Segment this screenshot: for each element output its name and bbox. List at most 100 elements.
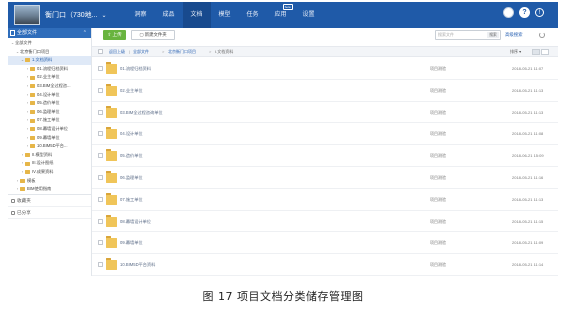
project-thumbnail[interactable] <box>14 5 40 25</box>
folder-icon <box>30 84 35 89</box>
file-row[interactable]: 04.设计单位 项目测验 2018-05-21 11:08 <box>92 123 558 146</box>
user-avatar[interactable] <box>503 7 514 18</box>
tree-item[interactable]: › 模板 <box>8 177 91 186</box>
nav-tab[interactable]: 成品 <box>155 2 183 28</box>
row-checkbox[interactable] <box>98 240 103 246</box>
file-name[interactable]: 05.造价单位 <box>120 145 143 166</box>
file-name[interactable]: 06.监理单位 <box>120 167 143 188</box>
tree-item[interactable]: › 10.BIM5D平台... <box>8 142 91 151</box>
tree-item[interactable]: ⌄ 1.文档资料 <box>8 56 91 65</box>
file-name[interactable]: 04.设计单位 <box>120 123 143 144</box>
advanced-search-link[interactable]: 高级搜索 <box>505 30 523 40</box>
row-checkbox[interactable] <box>98 153 103 159</box>
row-checkbox[interactable] <box>98 196 103 202</box>
file-row[interactable]: 06.监理单位 项目测验 2018-05-21 11:16 <box>92 167 558 189</box>
file-row[interactable]: 07.施工单位 项目测验 2018-05-21 11:13 <box>92 189 558 211</box>
tree-item-label: 01.流程归档资料 <box>37 65 68 71</box>
row-checkbox[interactable] <box>98 218 103 224</box>
tree-item[interactable]: › BIM使用指南 <box>8 185 91 194</box>
search-input[interactable]: 搜索文件 搜索 <box>435 30 501 40</box>
tree-item[interactable]: ⌄ 全部文件 <box>8 39 91 48</box>
folder-icon <box>106 170 117 183</box>
upload-button[interactable]: ⇧ 上传 <box>103 30 126 40</box>
file-name[interactable]: 01.流程归档资料 <box>120 58 151 79</box>
tree-item[interactable]: › 07.施工单位 <box>8 116 91 125</box>
tree-item[interactable]: › III.设计图纸 <box>8 159 91 168</box>
file-date: 2018-05-21 11:09 <box>512 240 544 246</box>
tree-item-label: 10.BIM5D平台... <box>37 143 68 149</box>
breadcrumb-separator: > <box>162 49 165 54</box>
tree-item[interactable]: › IV.成果资料 <box>8 168 91 177</box>
chevron-down-icon[interactable]: ⌄ <box>102 12 107 19</box>
folder-icon <box>30 118 35 123</box>
sort-control[interactable]: 排序 ▾ <box>510 47 521 57</box>
tree-item[interactable]: › II.模型资料 <box>8 151 91 160</box>
file-name[interactable]: 02.业主单位 <box>120 80 143 101</box>
nav-tab[interactable]: 模型 <box>211 2 239 28</box>
new-folder-button[interactable]: ▢ 新建文件夹 <box>131 30 175 40</box>
file-name[interactable]: 03.BIM全过程咨询单位 <box>120 102 163 123</box>
file-name[interactable]: 07.施工单位 <box>120 189 143 210</box>
row-checkbox[interactable] <box>98 262 103 268</box>
file-row[interactable]: 02.业主单位 项目测验 2018-05-21 11:13 <box>92 80 558 102</box>
row-checkbox[interactable] <box>98 66 103 71</box>
file-row[interactable]: 08.幕墙设计单位 项目测验 2018-05-21 11:15 <box>92 211 558 233</box>
tree-item-label: 07.施工单位 <box>37 117 60 123</box>
help-icon[interactable]: ? <box>519 7 530 18</box>
tree-item[interactable]: › 02.业主单位 <box>8 73 91 82</box>
list-view-button[interactable] <box>532 49 540 55</box>
tree-item[interactable]: › 05.造价单位 <box>8 99 91 108</box>
nav-tab[interactable]: 设置 <box>295 2 323 28</box>
tree-item-label: 09.幕墙单位 <box>37 134 60 140</box>
tree-item[interactable]: › 08.幕墙设计单位 <box>8 125 91 134</box>
file-row[interactable]: 05.造价单位 项目测验 2018-06-21 15:09 <box>92 145 558 167</box>
file-date: 2018-06-21 15:09 <box>512 153 544 159</box>
tree-item-label: IV.成果资料 <box>32 168 54 174</box>
project-title[interactable]: 衡门口（730地... <box>45 10 98 20</box>
sidebar-item-favorites[interactable]: 收藏夹 <box>8 195 91 207</box>
file-owner: 项目测验 <box>430 66 446 71</box>
refresh-icon[interactable] <box>539 32 545 38</box>
chevron-up-icon[interactable]: ⌃ <box>83 28 87 38</box>
row-checkbox[interactable] <box>98 109 103 115</box>
sidebar-header-all-files[interactable]: 全部文件 ⌃ <box>8 28 91 38</box>
tree-item[interactable]: › 04.设计单位 <box>8 91 91 100</box>
tree-item-label: III.设计图纸 <box>32 160 54 166</box>
nav-tab[interactable]: 洞察 <box>127 2 155 28</box>
folder-icon <box>106 149 117 162</box>
row-checkbox[interactable] <box>98 87 103 93</box>
nav-tab[interactable]: 文档 <box>182 2 211 28</box>
file-date: 2018-05-21 11:15 <box>512 218 544 224</box>
tree-item[interactable]: ⌄ 北京衡门口项目 <box>8 48 91 57</box>
tree-item[interactable]: › 03.BIM全过程咨... <box>8 82 91 91</box>
nav-tab[interactable]: 任务 <box>239 2 267 28</box>
file-row[interactable]: 09.幕墙单位 项目测验 2018-05-21 11:09 <box>92 232 558 255</box>
breadcrumb-all-files[interactable]: 全部文件 <box>133 47 149 57</box>
nav-tab[interactable]: 应用 beta <box>267 2 295 28</box>
folder-icon <box>20 178 25 183</box>
notification-icon[interactable]: ! <box>535 8 544 17</box>
tree-item[interactable]: › 09.幕墙单位 <box>8 134 91 143</box>
folder-icon <box>106 127 117 140</box>
sidebar-item-shared[interactable]: 已分享 <box>8 207 91 219</box>
file-name[interactable]: 09.幕墙单位 <box>120 232 143 253</box>
file-row[interactable]: 03.BIM全过程咨询单位 项目测验 2018-05-21 11:13 <box>92 102 558 124</box>
grid-view-button[interactable] <box>541 49 549 55</box>
row-checkbox[interactable] <box>98 131 103 137</box>
folder-icon <box>106 105 117 118</box>
file-date: 2018-05-21 11:07 <box>512 66 544 71</box>
tree-item[interactable]: › 06.监理单位 <box>8 108 91 117</box>
breadcrumb-project[interactable]: 北京衡门口项目 <box>168 47 196 57</box>
file-row[interactable]: 10.BIM5D平台资料 项目测验 2018-05-21 11:14 <box>92 254 558 276</box>
search-button[interactable]: 搜索 <box>487 32 499 38</box>
breadcrumb-back[interactable]: 返回上级 <box>109 47 125 57</box>
tree-item[interactable]: › 01.流程归档资料 <box>8 65 91 74</box>
tree-item-label: 北京衡门口项目 <box>20 48 50 54</box>
file-name[interactable]: 10.BIM5D平台资料 <box>120 254 155 275</box>
file-name[interactable]: 08.幕墙设计单位 <box>120 211 151 232</box>
file-date: 2018-05-21 11:13 <box>512 109 544 115</box>
select-all-checkbox[interactable] <box>98 49 103 54</box>
row-checkbox[interactable] <box>98 174 103 180</box>
file-date: 2018-05-21 11:13 <box>512 196 544 202</box>
file-row[interactable]: 01.流程归档资料 项目测验 2018-05-21 11:07 <box>92 58 558 80</box>
